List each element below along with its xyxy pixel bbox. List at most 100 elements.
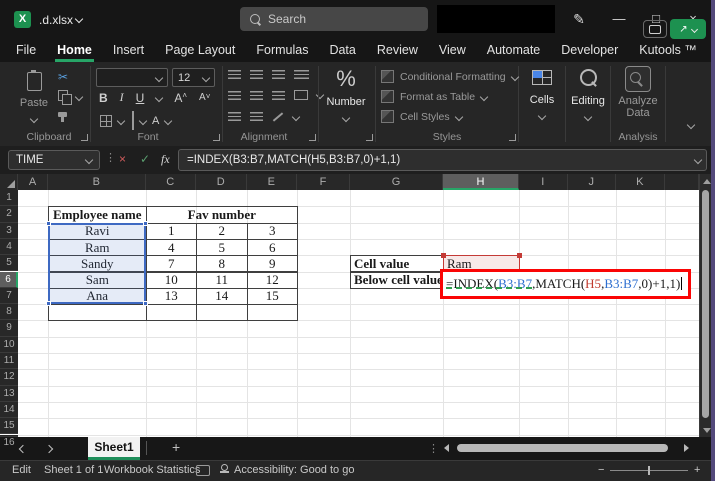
cell-D7[interactable]: 14 <box>196 288 248 305</box>
paste-button[interactable]: Paste <box>16 68 52 124</box>
fill-color-button[interactable] <box>130 112 134 130</box>
row-header-3[interactable]: 3 <box>0 223 18 239</box>
row-header-2[interactable]: 2 <box>0 206 18 222</box>
fill-color-chevron-icon[interactable] <box>139 117 147 125</box>
row-header-5[interactable]: 5 <box>0 255 18 271</box>
cell-D8[interactable] <box>196 304 248 321</box>
menu-tab-page-layout[interactable]: Page Layout <box>165 43 235 57</box>
next-sheet-chevron-icon[interactable] <box>45 445 53 453</box>
align-middle-button[interactable] <box>250 70 263 79</box>
search-box[interactable]: Search <box>240 7 428 31</box>
col-header-E[interactable]: E <box>247 174 298 190</box>
align-top-button[interactable] <box>228 70 241 79</box>
row-header-9[interactable]: 9 <box>0 320 18 336</box>
col-header-J[interactable]: J <box>568 174 617 190</box>
align-right-button[interactable] <box>272 91 285 100</box>
orientation-chevron-icon[interactable] <box>292 112 300 120</box>
font-dialog-launcher[interactable] <box>213 134 220 141</box>
menu-tab-view[interactable]: View <box>439 43 466 57</box>
col-header-partial[interactable] <box>665 174 700 190</box>
cell-B8[interactable] <box>48 304 147 321</box>
cell-D5[interactable]: 8 <box>196 255 248 272</box>
minimize-button[interactable]: — <box>610 10 628 28</box>
row-header-11[interactable]: 11 <box>0 353 18 369</box>
col-header-K[interactable]: K <box>616 174 665 190</box>
col-header-B[interactable]: B <box>48 174 146 190</box>
name-box[interactable]: TIME <box>8 150 100 170</box>
menu-tab-data[interactable]: Data <box>329 43 355 57</box>
cells-button[interactable]: Cells <box>520 68 564 124</box>
tabbar-resize-dots[interactable]: ⋮ <box>428 442 439 455</box>
cell-E4[interactable]: 6 <box>247 239 299 256</box>
bold-button[interactable]: B <box>99 91 108 105</box>
name-box-resize-dots[interactable]: ⋮ <box>105 151 116 164</box>
copy-button[interactable] <box>58 90 68 101</box>
styles-dialog-launcher[interactable] <box>509 134 516 141</box>
styles-item-conditional-formatting[interactable]: Conditional Formatting <box>381 70 518 83</box>
row-header-14[interactable]: 14 <box>0 402 18 418</box>
number-format-button[interactable]: % Number <box>320 66 372 126</box>
cell-C8[interactable] <box>146 304 198 321</box>
collapse-ribbon-chevron-icon[interactable] <box>687 121 695 129</box>
ink-pen-icon[interactable]: ✎ <box>570 10 588 28</box>
select-all-corner[interactable] <box>0 174 18 190</box>
formula-input[interactable]: =INDEX(B3:B7,MATCH(H5,B3:B7,0)+1,1) <box>178 149 707 171</box>
styles-item-cell-styles[interactable]: Cell Styles <box>381 110 462 123</box>
menu-tab-review[interactable]: Review <box>377 43 418 57</box>
analyze-data-button[interactable]: Analyze Data <box>612 66 664 119</box>
hscroll-right-icon[interactable] <box>684 444 689 452</box>
cell-E6[interactable]: 12 <box>247 272 299 289</box>
cell-E5[interactable]: 9 <box>247 255 299 272</box>
copy-chevron-icon[interactable] <box>75 93 83 101</box>
confirm-entry-icon[interactable]: ✓ <box>140 152 150 166</box>
comments-button[interactable] <box>643 20 667 38</box>
align-center-button[interactable] <box>250 91 263 100</box>
insert-function-icon[interactable]: fx <box>161 152 170 167</box>
align-bottom-button[interactable] <box>272 70 285 79</box>
row-header-6[interactable]: 6 <box>0 272 18 288</box>
decrease-indent-button[interactable] <box>228 112 241 121</box>
display-settings-icon[interactable] <box>196 465 210 476</box>
col-header-G[interactable]: G <box>350 174 443 190</box>
menu-tab-kutools-[interactable]: Kutools ™ <box>639 43 697 57</box>
alignment-dialog-launcher[interactable] <box>309 134 316 141</box>
zoom-slider-thumb[interactable] <box>648 466 650 475</box>
document-title[interactable]: .d.xlsx <box>39 13 73 27</box>
row-header-7[interactable]: 7 <box>0 288 18 304</box>
col-header-C[interactable]: C <box>146 174 197 190</box>
font-color-button[interactable]: A <box>152 117 159 126</box>
col-header-D[interactable]: D <box>196 174 247 190</box>
share-button[interactable]: ↗ <box>670 19 706 39</box>
row-header-15[interactable]: 15 <box>0 418 18 434</box>
cell-C2-fav-number-header[interactable]: Fav number <box>146 206 299 223</box>
underline-button[interactable]: U <box>136 91 145 105</box>
font-name-combo[interactable] <box>96 68 168 87</box>
align-left-button[interactable] <box>228 91 241 100</box>
row-header-12[interactable]: 12 <box>0 369 18 385</box>
editing-button[interactable]: Editing <box>567 68 609 125</box>
cell-E7[interactable]: 15 <box>247 288 299 305</box>
scroll-down-icon[interactable] <box>703 428 711 433</box>
cell-G5-cell-value-label[interactable]: Cell value <box>350 255 444 272</box>
horizontal-scrollbar-thumb[interactable] <box>457 444 668 452</box>
borders-button[interactable] <box>100 115 112 127</box>
orientation-button[interactable] <box>273 112 283 121</box>
format-painter-button[interactable] <box>58 112 67 117</box>
font-color-chevron-icon[interactable] <box>164 117 172 125</box>
merge-center-button[interactable] <box>294 90 308 100</box>
row-header-13[interactable]: 13 <box>0 386 18 402</box>
col-header-A[interactable]: A <box>18 174 48 190</box>
wrap-text-button[interactable] <box>294 70 309 79</box>
row-header-16[interactable]: 16 <box>0 435 18 438</box>
menu-tab-automate[interactable]: Automate <box>487 43 541 57</box>
sheet-tab-sheet1[interactable]: Sheet1 <box>88 437 140 460</box>
decrease-font-button[interactable]: A˅ <box>199 92 210 103</box>
zoom-in-button[interactable]: + <box>694 464 700 476</box>
zoom-out-button[interactable]: − <box>598 464 604 476</box>
col-header-I[interactable]: I <box>519 174 568 190</box>
col-header-F[interactable]: F <box>297 174 350 190</box>
row-header-10[interactable]: 10 <box>0 337 18 353</box>
underline-chevron-icon[interactable] <box>155 93 163 101</box>
hscroll-left-icon[interactable] <box>444 444 449 452</box>
italic-button[interactable]: I <box>120 90 124 105</box>
